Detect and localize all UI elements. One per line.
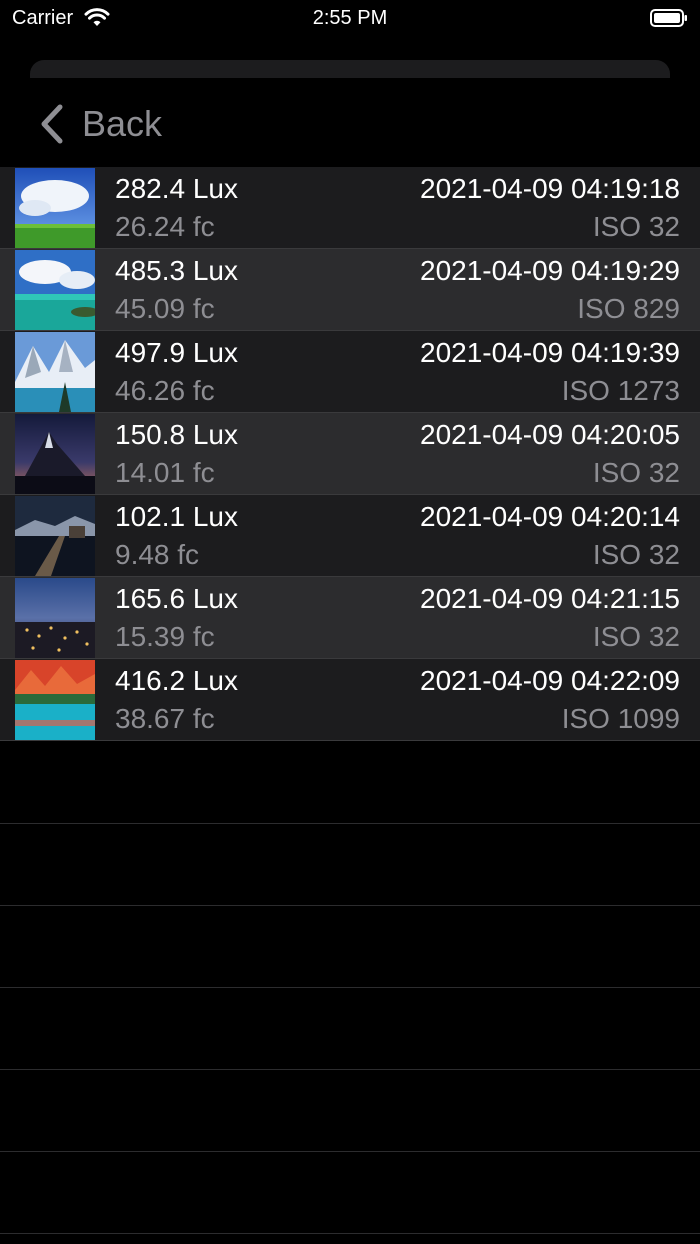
timestamp: 2021-04-09 04:21:15 [420,583,680,614]
fc-value: 45.09 fc [115,293,215,324]
photo-thumbnail [15,168,95,248]
list-item[interactable]: 416.2 Lux 38.67 fc 2021-04-09 04:22:09 I… [0,659,700,741]
iso-value: ISO 32 [592,539,680,570]
lux-value: 102.1 Lux [115,501,238,532]
list-item[interactable]: 497.9 Lux 46.26 fc 2021-04-09 04:19:39 I… [0,331,700,413]
iso-value: ISO 32 [592,457,680,488]
empty-row-separator [0,823,700,824]
photo-thumbnail [15,250,95,330]
timestamp: 2021-04-09 04:20:14 [420,501,680,532]
timestamp: 2021-04-09 04:22:09 [420,665,680,696]
fc-value: 9.48 fc [115,539,200,570]
empty-row-separator [0,1151,700,1152]
measurement-list: 282.4 Lux 26.24 fc 2021-04-09 04:19:18 I… [0,167,700,741]
iso-value: ISO 1273 [561,375,680,406]
photo-thumbnail [15,578,95,658]
chevron-left-icon [41,104,63,144]
lux-value: 150.8 Lux [115,419,238,450]
list-item[interactable]: 102.1 Lux 9.48 fc 2021-04-09 04:20:14 IS… [0,495,700,577]
empty-row-separator [0,1233,700,1234]
fc-value: 14.01 fc [115,457,215,488]
list-item[interactable]: 150.8 Lux 14.01 fc 2021-04-09 04:20:05 I… [0,413,700,495]
empty-row-separator [0,905,700,906]
lux-value: 416.2 Lux [115,665,238,696]
photo-thumbnail [15,660,95,740]
navigation-bar: Back [0,78,700,168]
iso-value: ISO 1099 [561,703,680,734]
empty-row-separator [0,987,700,988]
fc-value: 26.24 fc [115,211,215,242]
fc-value: 38.67 fc [115,703,215,734]
iso-value: ISO 32 [592,211,680,242]
empty-row-separator [0,1069,700,1070]
lux-value: 497.9 Lux [115,337,238,368]
iso-value: ISO 32 [592,621,680,652]
timestamp: 2021-04-09 04:19:39 [420,337,680,368]
photo-thumbnail [15,496,95,576]
battery-icon [650,9,687,27]
list-item[interactable]: 485.3 Lux 45.09 fc 2021-04-09 04:19:29 I… [0,249,700,331]
iso-value: ISO 829 [577,293,680,324]
fc-value: 46.26 fc [115,375,215,406]
timestamp: 2021-04-09 04:19:29 [420,255,680,286]
status-bar: Carrier 2:55 PM [0,0,700,36]
lux-value: 282.4 Lux [115,173,238,204]
lux-value: 165.6 Lux [115,583,238,614]
list-item[interactable]: 165.6 Lux 15.39 fc 2021-04-09 04:21:15 I… [0,577,700,659]
timestamp: 2021-04-09 04:20:05 [420,419,680,450]
status-time: 2:55 PM [312,7,388,29]
list-item[interactable]: 282.4 Lux 26.24 fc 2021-04-09 04:19:18 I… [0,167,700,249]
back-label: Back [82,103,163,144]
photo-thumbnail [15,332,95,412]
back-button[interactable]: Back [36,100,162,148]
lux-value: 485.3 Lux [115,255,238,286]
timestamp: 2021-04-09 04:19:18 [420,173,680,204]
fc-value: 15.39 fc [115,621,215,652]
photo-thumbnail [15,414,95,494]
